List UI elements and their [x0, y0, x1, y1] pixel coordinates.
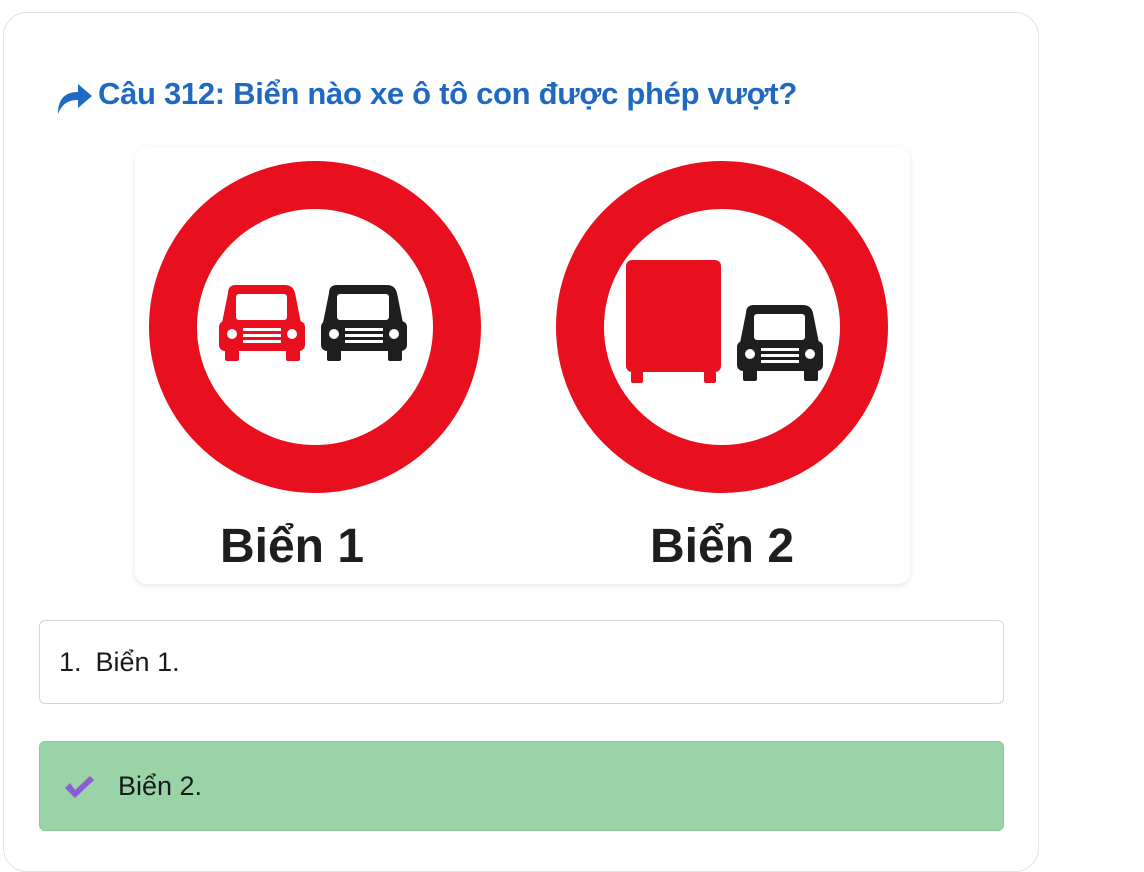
option-text: Biển 2. [118, 770, 203, 801]
sign-2-label: Biển 2 [650, 520, 794, 573]
red-truck-icon [626, 260, 721, 383]
checkmark-icon [65, 776, 94, 798]
sign-1: Biển 1 [149, 161, 481, 573]
option-text: Biển 1. [95, 646, 180, 677]
option-number: 1. [59, 646, 82, 677]
sign-figure: Biển 1 Biển 2 [135, 147, 910, 584]
black-car-icon [737, 305, 823, 381]
red-car-icon [219, 285, 305, 361]
black-car-icon [321, 285, 407, 361]
answer-option-2[interactable]: Biển 2. [39, 741, 1004, 831]
answer-option-1[interactable]: 1. Biển 1. [39, 620, 1004, 704]
sign-1-label: Biển 1 [220, 520, 364, 573]
share-arrow-icon [58, 84, 92, 114]
sign-2: Biển 2 [556, 161, 888, 573]
question-text: Câu 312: Biển nào xe ô tô con được phép … [98, 76, 798, 111]
question-title: Câu 312: Biển nào xe ô tô con được phép … [54, 72, 797, 116]
